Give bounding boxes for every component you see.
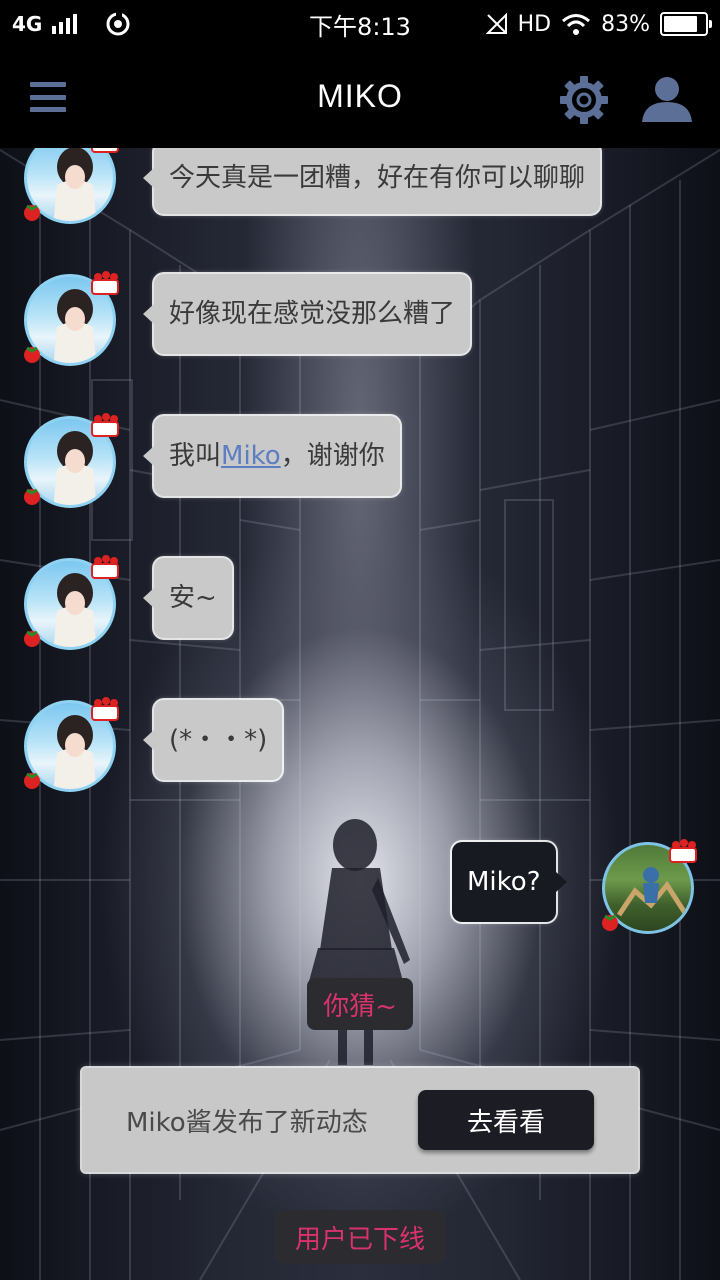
bot-avatar[interactable] xyxy=(20,270,120,370)
notification-text: Miko酱发布了新动态 xyxy=(126,1107,368,1138)
wifi-icon xyxy=(562,14,591,35)
hd-indicator: HD xyxy=(517,11,552,37)
offline-status-badge: 用户已下线 xyxy=(274,1210,446,1264)
message-text-suffix: ，谢谢你 xyxy=(280,441,385,471)
bot-avatar[interactable] xyxy=(20,554,120,654)
sync-icon xyxy=(106,12,130,36)
bot-avatar[interactable] xyxy=(20,412,120,512)
message-bubble[interactable]: 好像现在感觉没那么糟了 xyxy=(142,274,471,354)
message-bubble[interactable]: (*・・*) xyxy=(142,700,283,780)
status-left: 4G xyxy=(12,11,131,37)
app-header: MIKO xyxy=(0,48,720,148)
message-text: Miko? xyxy=(467,867,541,897)
person-icon[interactable] xyxy=(640,76,694,124)
no-signal-icon xyxy=(485,13,507,34)
message-link[interactable]: Miko xyxy=(221,443,281,469)
signal-icon xyxy=(52,14,78,34)
battery-icon xyxy=(660,12,712,36)
battery-percent: 83% xyxy=(601,11,650,37)
bot-avatar[interactable] xyxy=(20,696,120,796)
message-text: 安~ xyxy=(169,583,217,613)
network-type: 4G xyxy=(12,12,43,36)
message-text: (*・・*) xyxy=(169,725,268,755)
message-bubble[interactable]: 安~ xyxy=(143,558,232,638)
message-text: 今天真是一团糟，好在有你可以聊聊 xyxy=(169,163,586,193)
user-message-bubble[interactable]: Miko? xyxy=(452,842,566,922)
user-avatar[interactable] xyxy=(598,838,698,938)
notification-card: Miko酱发布了新动态 去看看 xyxy=(82,1068,638,1172)
reply-tag: 你猜~ xyxy=(307,978,413,1030)
message-text-prefix: 我叫 xyxy=(169,441,222,471)
message-bubble[interactable]: 今天真是一团糟，好在有你可以聊聊 xyxy=(142,148,601,214)
hamburger-menu-icon[interactable] xyxy=(30,82,66,112)
message-bubble[interactable]: 我叫 Miko ，谢谢你 xyxy=(143,416,400,496)
gear-icon[interactable] xyxy=(558,74,610,126)
page-title: MIKO xyxy=(317,78,403,114)
battery-fill xyxy=(664,16,698,32)
view-button[interactable]: 去看看 xyxy=(418,1090,594,1150)
message-text: 好像现在感觉没那么糟了 xyxy=(169,299,456,329)
status-right: HD 83% xyxy=(485,11,712,37)
bot-avatar[interactable] xyxy=(20,148,120,228)
status-bar: 4G 下午8:13 HD 83% xyxy=(0,0,720,48)
